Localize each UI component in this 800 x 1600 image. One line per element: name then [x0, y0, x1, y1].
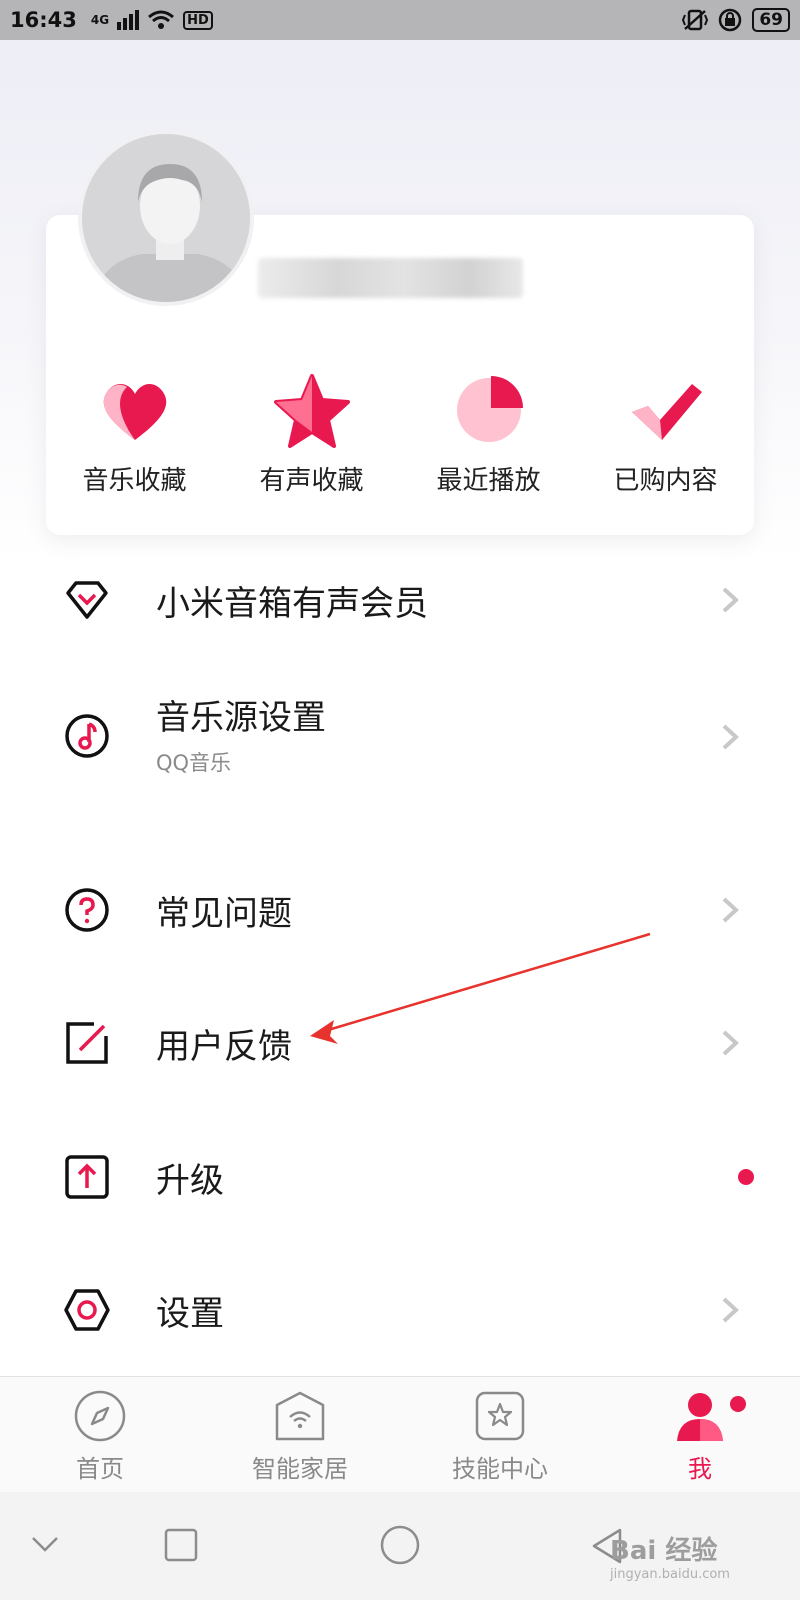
question-icon — [65, 888, 109, 932]
menu-item-faq[interactable]: 常见问题 — [0, 870, 800, 950]
menu-item-upgrade[interactable]: 升级 — [0, 1137, 800, 1217]
watermark-text: Bai 经验 — [610, 1536, 718, 1566]
menu-item-vip[interactable]: 小米音箱有声会员 — [0, 560, 800, 640]
music-note-icon — [65, 714, 109, 758]
hd-label: HD — [183, 10, 213, 30]
quick-action-label: 有声收藏 — [259, 466, 364, 496]
chevron-right-icon — [722, 724, 739, 750]
diamond-icon — [66, 581, 108, 619]
quick-action-label: 已购内容 — [613, 466, 718, 496]
update-badge-dot — [738, 1169, 754, 1185]
collapse-chevron-icon[interactable] — [30, 1534, 60, 1554]
menu-label: 升级 — [156, 1161, 224, 1201]
tab-label: 我 — [688, 1455, 712, 1483]
menu-label: 设置 — [156, 1294, 224, 1334]
network-label: 4G — [90, 13, 110, 27]
quick-action-label: 音乐收藏 — [82, 466, 187, 496]
chevron-right-icon — [722, 897, 739, 923]
menu-item-settings[interactable]: 设置 — [0, 1270, 800, 1350]
tab-smart-home[interactable]: 智能家居 — [200, 1377, 400, 1492]
quick-action-music-favorites[interactable]: 音乐收藏 — [50, 370, 220, 497]
menu-label: 常见问题 — [156, 894, 292, 934]
battery-indicator: 69 — [752, 8, 790, 32]
menu-label: 用户反馈 — [156, 1027, 292, 1067]
quick-actions-row: 音乐收藏 有声收藏 最近播放 已购内容 — [46, 370, 754, 497]
menu-label: 音乐源设置 — [156, 698, 326, 738]
home-circle-icon[interactable] — [380, 1525, 420, 1565]
star-square-icon — [475, 1391, 525, 1441]
lock-rotation-icon — [719, 8, 742, 32]
tab-skill-center[interactable]: 技能中心 — [400, 1377, 600, 1492]
tab-label: 首页 — [76, 1455, 124, 1483]
quick-action-purchased[interactable]: 已购内容 — [581, 370, 751, 497]
menu-label: 小米音箱有声会员 — [156, 584, 428, 624]
tab-label: 技能中心 — [452, 1455, 548, 1483]
menu-subtitle: QQ音乐 — [156, 751, 232, 775]
upload-arrow-icon — [65, 1155, 109, 1199]
watermark-subtext: jingyan.baidu.com — [610, 1567, 730, 1582]
status-bar: 16:43 4G HD 69 — [0, 0, 800, 40]
quick-action-audio-favorites[interactable]: 有声收藏 — [227, 370, 397, 497]
signal-icon — [117, 10, 140, 30]
compass-icon — [74, 1390, 126, 1442]
chevron-right-icon — [722, 587, 739, 613]
menu-item-feedback[interactable]: 用户反馈 — [0, 1003, 800, 1083]
star-icon — [273, 374, 350, 448]
heart-icon — [103, 383, 166, 440]
baidu-jingyan-watermark: Bai 经验 jingyan.baidu.com — [610, 1530, 730, 1582]
username-blurred — [258, 258, 523, 298]
quick-action-recent-plays[interactable]: 最近播放 — [404, 370, 574, 497]
tab-label: 智能家居 — [252, 1455, 348, 1483]
edit-square-icon — [66, 1022, 108, 1064]
status-time: 16:43 — [10, 8, 77, 32]
tab-me[interactable]: 我 — [600, 1377, 800, 1492]
wifi-icon — [148, 10, 175, 29]
hexagon-settings-icon — [64, 1289, 110, 1331]
chevron-right-icon — [722, 1297, 739, 1323]
chevron-right-icon — [722, 1030, 739, 1056]
avatar[interactable] — [78, 130, 254, 306]
quick-action-label: 最近播放 — [436, 466, 541, 496]
tab-home[interactable]: 首页 — [0, 1377, 200, 1492]
recent-apps-square-icon[interactable] — [164, 1528, 198, 1562]
default-avatar-icon — [82, 134, 250, 302]
bottom-tab-bar: 首页 智能家居 技能中心 我 — [0, 1376, 800, 1492]
menu-item-music-source[interactable]: 音乐源设置 QQ音乐 — [0, 680, 800, 790]
pie-clock-icon — [456, 376, 523, 442]
checkmark-icon — [631, 384, 702, 440]
home-wifi-icon — [275, 1391, 325, 1441]
vibrate-icon — [682, 9, 709, 31]
tab-me-badge-dot — [730, 1396, 746, 1412]
person-icon — [677, 1393, 723, 1441]
